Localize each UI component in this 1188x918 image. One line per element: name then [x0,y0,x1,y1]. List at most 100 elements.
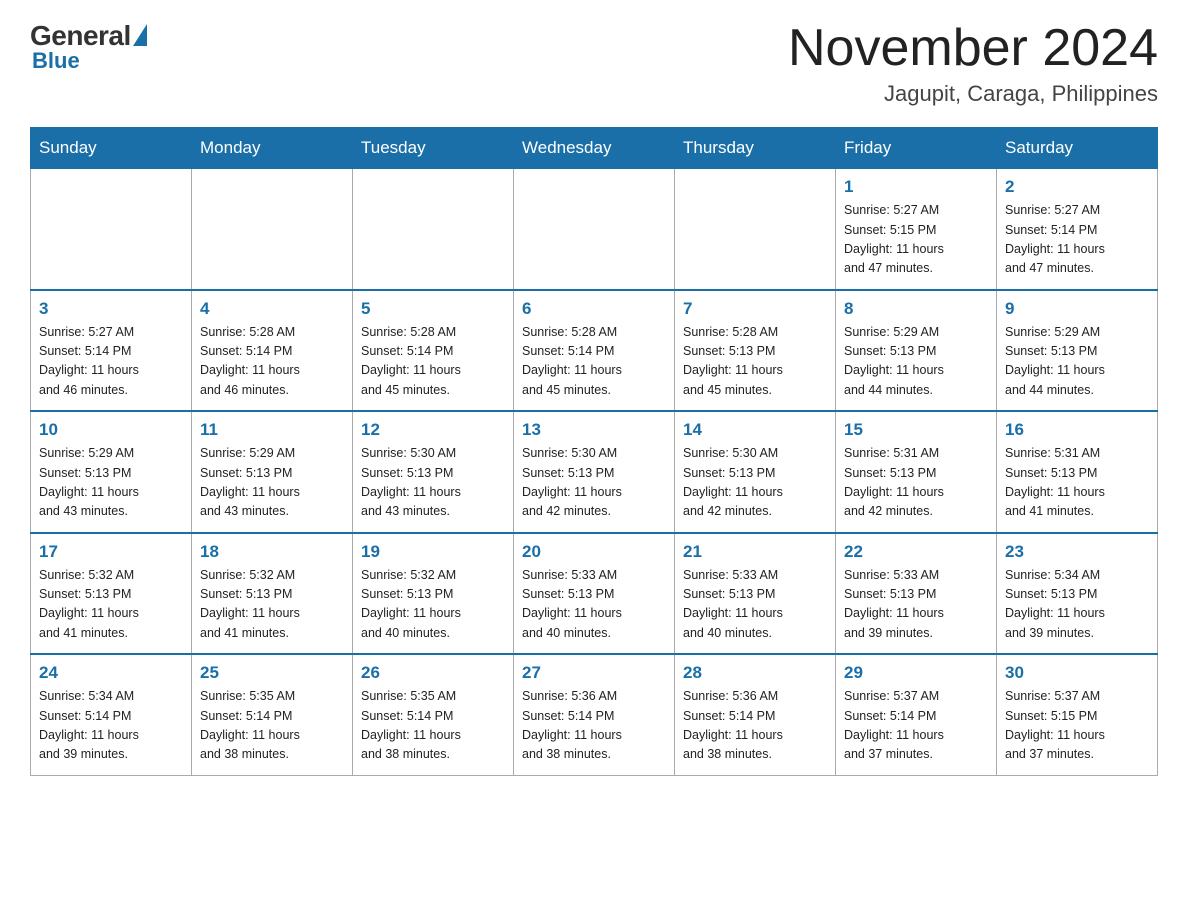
day-info: Sunrise: 5:28 AM Sunset: 5:13 PM Dayligh… [683,323,827,401]
logo: General Blue [30,20,147,74]
calendar-week-row: 17 Sunrise: 5:32 AM Sunset: 5:13 PM Dayli… [31,533,1158,655]
weekday-header-wednesday: Wednesday [514,128,675,169]
weekday-header-friday: Friday [836,128,997,169]
day-info: Sunrise: 5:28 AM Sunset: 5:14 PM Dayligh… [200,323,344,401]
day-info: Sunrise: 5:29 AM Sunset: 5:13 PM Dayligh… [844,323,988,401]
day-number: 29 [844,663,988,683]
day-info: Sunrise: 5:30 AM Sunset: 5:13 PM Dayligh… [683,444,827,522]
calendar-cell: 22 Sunrise: 5:33 AM Sunset: 5:13 PM Dayli… [836,533,997,655]
weekday-header-sunday: Sunday [31,128,192,169]
calendar-cell: 25 Sunrise: 5:35 AM Sunset: 5:14 PM Dayli… [192,654,353,775]
day-info: Sunrise: 5:30 AM Sunset: 5:13 PM Dayligh… [522,444,666,522]
day-number: 12 [361,420,505,440]
day-info: Sunrise: 5:36 AM Sunset: 5:14 PM Dayligh… [522,687,666,765]
calendar-cell: 26 Sunrise: 5:35 AM Sunset: 5:14 PM Dayli… [353,654,514,775]
day-info: Sunrise: 5:31 AM Sunset: 5:13 PM Dayligh… [1005,444,1149,522]
calendar-cell: 18 Sunrise: 5:32 AM Sunset: 5:13 PM Dayli… [192,533,353,655]
day-info: Sunrise: 5:37 AM Sunset: 5:15 PM Dayligh… [1005,687,1149,765]
day-number: 30 [1005,663,1149,683]
calendar-week-row: 3 Sunrise: 5:27 AM Sunset: 5:14 PM Daylig… [31,290,1158,412]
calendar-cell: 19Sunrise: 5:32 AM Sunset: 5:13 PM Dayli… [353,533,514,655]
day-info: Sunrise: 5:31 AM Sunset: 5:13 PM Dayligh… [844,444,988,522]
calendar-cell: 13 Sunrise: 5:30 AM Sunset: 5:13 PM Dayli… [514,411,675,533]
day-info: Sunrise: 5:27 AM Sunset: 5:14 PM Dayligh… [39,323,183,401]
calendar-cell: 5 Sunrise: 5:28 AM Sunset: 5:14 PM Daylig… [353,290,514,412]
day-number: 7 [683,299,827,319]
day-number: 5 [361,299,505,319]
day-number: 4 [200,299,344,319]
day-info: Sunrise: 5:28 AM Sunset: 5:14 PM Dayligh… [522,323,666,401]
calendar-cell: 7 Sunrise: 5:28 AM Sunset: 5:13 PM Daylig… [675,290,836,412]
day-number: 21 [683,542,827,562]
calendar-cell: 10Sunrise: 5:29 AM Sunset: 5:13 PM Dayli… [31,411,192,533]
calendar-cell: 29 Sunrise: 5:37 AM Sunset: 5:14 PM Dayli… [836,654,997,775]
day-number: 2 [1005,177,1149,197]
calendar-cell: 14 Sunrise: 5:30 AM Sunset: 5:13 PM Dayli… [675,411,836,533]
calendar-header-row: SundayMondayTuesdayWednesdayThursdayFrid… [31,128,1158,169]
day-number: 26 [361,663,505,683]
calendar-cell: 6 Sunrise: 5:28 AM Sunset: 5:14 PM Daylig… [514,290,675,412]
calendar-week-row: 10Sunrise: 5:29 AM Sunset: 5:13 PM Dayli… [31,411,1158,533]
day-number: 13 [522,420,666,440]
day-info: Sunrise: 5:34 AM Sunset: 5:13 PM Dayligh… [1005,566,1149,644]
day-info: Sunrise: 5:32 AM Sunset: 5:13 PM Dayligh… [39,566,183,644]
day-info: Sunrise: 5:32 AM Sunset: 5:13 PM Dayligh… [361,566,505,644]
logo-triangle-icon [133,24,147,46]
day-info: Sunrise: 5:28 AM Sunset: 5:14 PM Dayligh… [361,323,505,401]
weekday-header-tuesday: Tuesday [353,128,514,169]
calendar-cell: 30 Sunrise: 5:37 AM Sunset: 5:15 PM Dayli… [997,654,1158,775]
day-info: Sunrise: 5:35 AM Sunset: 5:14 PM Dayligh… [200,687,344,765]
calendar-cell: 4 Sunrise: 5:28 AM Sunset: 5:14 PM Daylig… [192,290,353,412]
calendar-cell: 20Sunrise: 5:33 AM Sunset: 5:13 PM Dayli… [514,533,675,655]
calendar-cell: 17 Sunrise: 5:32 AM Sunset: 5:13 PM Dayli… [31,533,192,655]
day-number: 6 [522,299,666,319]
calendar-cell [514,169,675,290]
day-number: 27 [522,663,666,683]
day-info: Sunrise: 5:37 AM Sunset: 5:14 PM Dayligh… [844,687,988,765]
day-number: 14 [683,420,827,440]
day-info: Sunrise: 5:30 AM Sunset: 5:13 PM Dayligh… [361,444,505,522]
calendar-week-row: 24 Sunrise: 5:34 AM Sunset: 5:14 PM Dayli… [31,654,1158,775]
calendar-cell: 2Sunrise: 5:27 AM Sunset: 5:14 PM Daylig… [997,169,1158,290]
calendar-table: SundayMondayTuesdayWednesdayThursdayFrid… [30,127,1158,776]
calendar-cell: 24 Sunrise: 5:34 AM Sunset: 5:14 PM Dayli… [31,654,192,775]
page-header: General Blue November 2024 Jagupit, Cara… [30,20,1158,107]
calendar-cell: 8 Sunrise: 5:29 AM Sunset: 5:13 PM Daylig… [836,290,997,412]
calendar-cell: 12 Sunrise: 5:30 AM Sunset: 5:13 PM Dayli… [353,411,514,533]
calendar-cell [353,169,514,290]
day-number: 20 [522,542,666,562]
day-number: 9 [1005,299,1149,319]
day-number: 17 [39,542,183,562]
calendar-cell: 15 Sunrise: 5:31 AM Sunset: 5:13 PM Dayli… [836,411,997,533]
day-number: 23 [1005,542,1149,562]
day-info: Sunrise: 5:32 AM Sunset: 5:13 PM Dayligh… [200,566,344,644]
calendar-cell: 27 Sunrise: 5:36 AM Sunset: 5:14 PM Dayli… [514,654,675,775]
weekday-header-thursday: Thursday [675,128,836,169]
day-info: Sunrise: 5:35 AM Sunset: 5:14 PM Dayligh… [361,687,505,765]
calendar-cell: 3 Sunrise: 5:27 AM Sunset: 5:14 PM Daylig… [31,290,192,412]
day-info: Sunrise: 5:29 AM Sunset: 5:13 PM Dayligh… [200,444,344,522]
day-number: 24 [39,663,183,683]
weekday-header-saturday: Saturday [997,128,1158,169]
day-info: Sunrise: 5:33 AM Sunset: 5:13 PM Dayligh… [683,566,827,644]
day-number: 22 [844,542,988,562]
location-label: Jagupit, Caraga, Philippines [788,81,1158,107]
calendar-cell: 1 Sunrise: 5:27 AM Sunset: 5:15 PM Daylig… [836,169,997,290]
day-info: Sunrise: 5:33 AM Sunset: 5:13 PM Dayligh… [844,566,988,644]
calendar-cell: 28Sunrise: 5:36 AM Sunset: 5:14 PM Dayli… [675,654,836,775]
day-number: 1 [844,177,988,197]
day-number: 3 [39,299,183,319]
day-number: 18 [200,542,344,562]
day-number: 11 [200,420,344,440]
day-number: 8 [844,299,988,319]
day-number: 28 [683,663,827,683]
month-title: November 2024 [788,20,1158,77]
calendar-cell [31,169,192,290]
day-info: Sunrise: 5:27 AM Sunset: 5:15 PM Dayligh… [844,201,988,279]
day-info: Sunrise: 5:34 AM Sunset: 5:14 PM Dayligh… [39,687,183,765]
day-number: 15 [844,420,988,440]
day-number: 25 [200,663,344,683]
weekday-header-monday: Monday [192,128,353,169]
calendar-cell: 16Sunrise: 5:31 AM Sunset: 5:13 PM Dayli… [997,411,1158,533]
calendar-cell: 9Sunrise: 5:29 AM Sunset: 5:13 PM Daylig… [997,290,1158,412]
